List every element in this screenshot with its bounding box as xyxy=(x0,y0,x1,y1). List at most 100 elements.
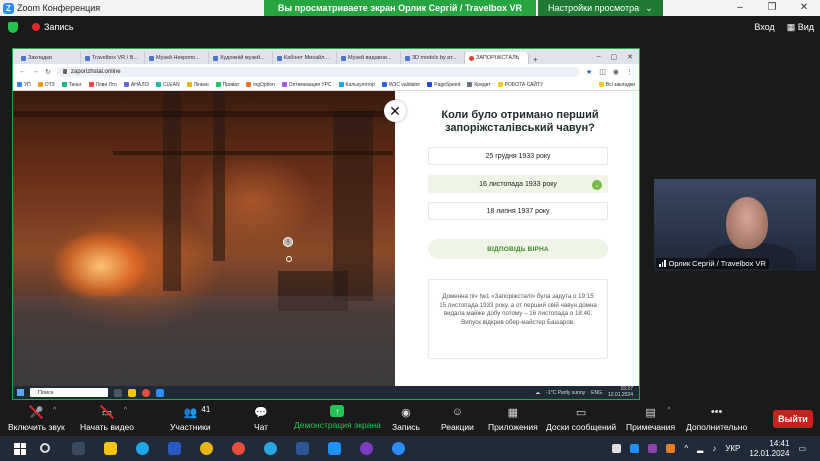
language-indicator[interactable]: УКР xyxy=(725,444,740,453)
bookmark-label: Лови Лто xyxy=(95,81,117,88)
browser-tab[interactable]: Кабінет Михайл... xyxy=(273,52,337,64)
chat-button[interactable]: 💬 Чат xyxy=(253,405,269,433)
bookmark-item[interactable]: W3C validator xyxy=(381,82,420,88)
bookmark-item[interactable]: РОБОТА САЙТУ xyxy=(497,82,543,88)
word-icon[interactable] xyxy=(296,442,309,455)
bookmark-item[interactable]: Кредит xyxy=(467,82,491,88)
reactions-button[interactable]: ☺ Реакции xyxy=(441,405,474,432)
new-tab-button[interactable]: + xyxy=(529,55,542,64)
close-icon[interactable]: ✕ xyxy=(384,100,406,122)
browser-tab[interactable]: Музей Некропо... xyxy=(145,52,209,64)
tray-icon[interactable] xyxy=(612,444,622,453)
unmute-button[interactable]: 🎤^ Включить звук xyxy=(8,404,65,432)
maximize-button[interactable]: ▢ xyxy=(611,53,618,61)
app-icon[interactable] xyxy=(200,442,213,455)
browser-tab[interactable]: Travelbox VR / В... xyxy=(81,52,145,64)
close-window-button[interactable]: ✕ xyxy=(627,53,633,61)
network-icon[interactable]: ▂ xyxy=(697,444,703,453)
browser-tab[interactable]: Закладки xyxy=(17,52,81,64)
browser-tab[interactable]: Музей видавни... xyxy=(337,52,401,64)
bookmark-item[interactable]: PageSpeed xyxy=(427,82,460,88)
tray-icon[interactable] xyxy=(630,444,640,453)
profile-icon[interactable]: ◉ xyxy=(613,68,619,76)
chevron-up-icon[interactable]: ^ xyxy=(684,444,688,453)
bookmark-item[interactable]: Калькулятор xyxy=(338,82,375,88)
whiteboards-button[interactable]: ▭ Доски сообщений xyxy=(546,405,616,433)
enter-button[interactable]: Вход xyxy=(754,22,774,32)
chevron-up-icon[interactable]: ^ xyxy=(124,407,127,414)
panorama-viewer[interactable]: i xyxy=(13,91,395,386)
view-button[interactable]: ▦ Вид xyxy=(787,22,814,33)
quiz-option[interactable]: 18 липня 1937 року xyxy=(428,202,608,220)
bookmark-item[interactable]: Тиньт xyxy=(61,82,82,88)
bookmark-item[interactable]: CLEAN xyxy=(155,82,180,88)
tray-icon[interactable] xyxy=(666,444,676,453)
security-app-icon[interactable] xyxy=(168,442,181,455)
minimize-button[interactable]: – xyxy=(597,53,601,61)
bookmark-item[interactable]: Оптимизация УРС xyxy=(281,82,332,88)
all-bookmarks[interactable]: Всі закладки xyxy=(598,82,639,88)
app-icon[interactable] xyxy=(328,442,341,455)
chrome-icon[interactable] xyxy=(232,442,245,455)
task-view-icon[interactable] xyxy=(72,442,85,455)
search-icon[interactable] xyxy=(40,443,50,453)
more-label: Дополнительно xyxy=(686,422,748,432)
maximize-button[interactable]: ❐ xyxy=(756,0,788,16)
bookmark-item[interactable]: ОТЗ xyxy=(37,82,55,88)
reload-icon[interactable]: ↻ xyxy=(45,68,51,76)
quiz-option-correct[interactable]: 16 листопада 1933 року ⌄ xyxy=(428,175,608,193)
file-explorer-icon[interactable] xyxy=(104,442,117,455)
bookmark-item[interactable]: Лінкан xyxy=(186,82,209,88)
security-shield-icon[interactable] xyxy=(8,21,18,33)
answer-correct-button[interactable]: ВІДПОВІДЬ ВІРНА xyxy=(428,239,608,259)
browser-tab[interactable]: 3D models by ат... xyxy=(401,52,465,64)
participant-video[interactable]: Орлик Сергій / Travelbox VR xyxy=(654,179,816,271)
menu-dots-icon[interactable]: ⋮ xyxy=(626,68,633,76)
bookmark-item[interactable]: АНАЛІЗ xyxy=(123,82,149,88)
back-arrow-icon[interactable]: ← xyxy=(19,68,26,75)
tab-label: Художній музей... xyxy=(220,55,265,61)
zoom-title-bar: Z Zoom Конференция Вы просматриваете экр… xyxy=(0,0,820,16)
bookmark-star-icon[interactable]: ★ xyxy=(586,68,592,76)
bookmark-item[interactable]: УП xyxy=(17,82,31,88)
tray-icon[interactable] xyxy=(648,444,658,453)
forward-arrow-icon[interactable]: → xyxy=(32,68,39,75)
start-video-button[interactable]: ▭^ Начать видео xyxy=(80,404,135,432)
bookmark-item[interactable]: Приват xyxy=(215,81,240,88)
start-video-label: Начать видео xyxy=(80,422,135,432)
more-button[interactable]: ••• Дополнительно xyxy=(686,405,747,432)
view-label: Вид xyxy=(797,21,814,32)
telegram-icon[interactable] xyxy=(264,442,277,455)
volume-icon[interactable]: ♪ xyxy=(712,444,716,453)
bookmark-label: PageSpeed xyxy=(434,81,461,88)
viber-icon[interactable] xyxy=(360,442,373,455)
address-bar[interactable]: zaporizhstal.online xyxy=(56,66,580,77)
chevron-up-icon[interactable]: ^ xyxy=(53,407,56,414)
view-options-button[interactable]: Настройки просмотра ⌄ xyxy=(537,0,663,16)
record-button[interactable]: ◉ Запись xyxy=(392,405,420,433)
clock[interactable]: 14:41 12.01.2024 xyxy=(749,439,789,459)
tab-favicon-icon xyxy=(85,55,90,61)
chevron-up-icon[interactable]: ^ xyxy=(667,407,670,414)
extensions-icon[interactable]: ◫ xyxy=(599,68,606,76)
windows-start-icon[interactable] xyxy=(14,442,26,455)
browser-window-controls: – ▢ ✕ xyxy=(597,53,639,61)
share-screen-button[interactable]: ↑ Демонстрация экрана xyxy=(294,405,381,430)
browser-tab[interactable]: Художній музей... xyxy=(209,52,273,64)
zoom-icon[interactable] xyxy=(392,442,405,455)
apps-button[interactable]: ▦ Приложения xyxy=(488,405,538,433)
bookmark-label: Приват xyxy=(222,81,240,88)
bookmark-item[interactable]: Лови Лто xyxy=(88,81,117,88)
notes-button[interactable]: ▤ ^ Примечания xyxy=(626,405,675,433)
info-hotspot-icon[interactable]: i xyxy=(283,237,293,247)
minimize-button[interactable]: – xyxy=(724,0,756,16)
browser-tab-active[interactable]: ЗАПОРІЖСТАЛЬ xyxy=(465,52,529,64)
edge-icon[interactable] xyxy=(136,442,149,455)
notifications-icon[interactable]: ▭ xyxy=(798,444,806,453)
bookmark-item[interactable]: ingOption xyxy=(246,82,275,88)
quiz-option[interactable]: 25 грудня 1933 року xyxy=(428,147,608,165)
close-window-button[interactable]: ✕ xyxy=(788,0,820,16)
leave-button[interactable]: Выйти xyxy=(773,410,813,428)
bookmark-icon xyxy=(123,82,129,87)
participants-button[interactable]: 👥 41 Участники xyxy=(170,405,211,432)
